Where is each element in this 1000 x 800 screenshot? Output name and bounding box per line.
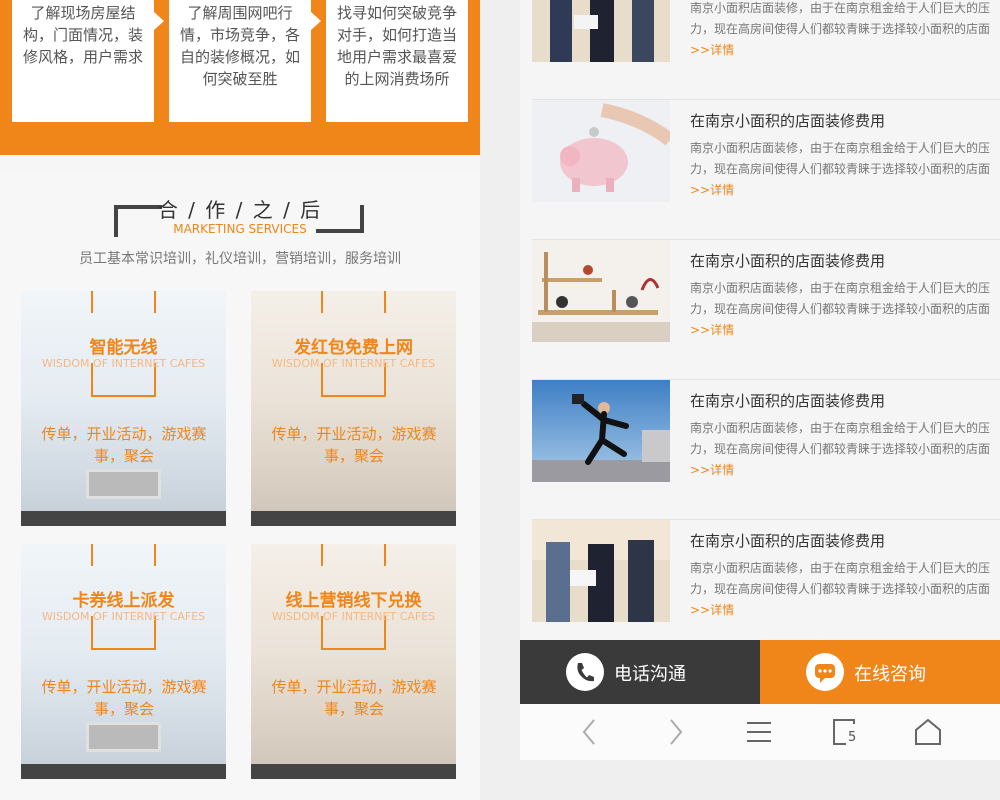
online-label: 在线咨询: [854, 664, 926, 685]
feature-title: 线上营销线下兑换: [285, 591, 422, 611]
tabs-count: 5: [848, 730, 857, 745]
phone-icon: [566, 653, 604, 691]
feature-bottom-bar: [21, 764, 226, 779]
news-item[interactable]: 在南京小面积的店面装修费用 南京小面积店面装修，由于在南京租金给于人们巨大的压力…: [532, 240, 1000, 380]
step-card-1: 了解现场房屋结构，门面情况，装修风格，用户需求: [12, 0, 164, 122]
hamburger-menu-icon[interactable]: [739, 716, 779, 748]
tabs-icon[interactable]: 5: [824, 716, 864, 748]
feature-subtitle: WISDOM OF INTERNET CAFES: [41, 357, 206, 370]
jumping-businessman-image[interactable]: [532, 380, 670, 482]
news-desc: 南京小面积店面装修，由于在南京租金给于人们巨大的压力，现在高房间使得人们都较青睐…: [690, 421, 991, 477]
section-description: 员工基本常识培训，礼仪培训，营销培训，服务培训: [79, 251, 401, 267]
news-desc: 南京小面积店面装修，由于在南京租金给于人们巨大的压力，现在高房间使得人们都较青睐…: [690, 281, 991, 337]
feature-desc: 传单，开业活动，游戏赛事，聚会: [271, 678, 437, 718]
news-desc: 南京小面积店面装修，由于在南京租金给于人们巨大的压力，现在高房间使得人们都较青睐…: [690, 1, 991, 57]
news-item[interactable]: 在南京小面积的店面装修费用 南京小面积店面装修，由于在南京租金给于人们巨大的压力…: [532, 380, 1000, 520]
more-link[interactable]: >>详情: [690, 603, 734, 617]
shelf-decor-image[interactable]: [532, 240, 670, 342]
chat-bubble-icon: [806, 653, 844, 691]
feature-bottom-bar: [21, 511, 226, 526]
section-title: 合 / 作 / 之 / 后: [157, 198, 323, 222]
feature-subtitle: WISDOM OF INTERNET CAFES: [271, 610, 436, 623]
step-arrow: [311, 12, 321, 30]
feature-subtitle: WISDOM OF INTERNET CAFES: [41, 610, 206, 623]
business-people-image[interactable]: [532, 0, 670, 62]
business-people-image[interactable]: [532, 520, 670, 622]
news-desc: 南京小面积店面装修，由于在南京租金给于人们巨大的压力，现在高房间使得人们都较青睐…: [690, 561, 991, 617]
feature-desc: 传单，开业活动，游戏赛事，聚会: [271, 425, 437, 465]
feature-title: 智能无线: [89, 338, 158, 358]
feature-title: 卡券线上派发: [72, 591, 175, 611]
news-title[interactable]: 在南京小面积的店面装修费用: [690, 390, 885, 411]
feature-desc: 传单，开业活动，游戏赛事，聚会: [41, 678, 207, 718]
feature-card-3[interactable]: 卡券线上派发 WISDOM OF INTERNET CAFES 传单，开业活动，…: [21, 544, 226, 779]
step-card-3: 找寻如何突破竞争对手，如何打造当地用户需求最喜爱的上网消费场所: [326, 0, 468, 122]
news-desc: 南京小面积店面装修，由于在南京租金给于人们巨大的压力，现在高房间使得人们都较青睐…: [690, 141, 991, 197]
piggy-bank-image[interactable]: [532, 100, 670, 202]
home-icon[interactable]: [908, 716, 948, 748]
feature-card-2[interactable]: 发红包免费上网 WISDOM OF INTERNET CAFES 传单，开业活动…: [251, 291, 456, 526]
feature-subtitle: WISDOM OF INTERNET CAFES: [271, 357, 436, 370]
news-title[interactable]: 在南京小面积的店面装修费用: [690, 530, 885, 551]
process-steps-band: 了解现场房屋结构，门面情况，装修风格，用户需求 了解周围网吧行情，市场竞争，各自…: [0, 0, 480, 155]
cooperation-section: 合 / 作 / 之 / 后 MARKETING SERVICES 员工基本常识培…: [0, 172, 480, 800]
news-item[interactable]: 南京小面积店面装修，由于在南京租金给于人们巨大的压力，现在高房间使得人们都较青睐…: [532, 0, 1000, 100]
right-panel: 南京小面积店面装修，由于在南京租金给于人们巨大的压力，现在高房间使得人们都较青睐…: [520, 0, 1000, 760]
online-consult-button[interactable]: 在线咨询: [760, 640, 1000, 704]
step-arrow: [154, 12, 164, 30]
feature-bottom-bar: [251, 764, 456, 779]
chevron-left-icon[interactable]: [570, 716, 610, 748]
step-card-2: 了解周围网吧行情，市场竞争，各自的装修概况，如何突破至胜: [169, 0, 321, 122]
news-item[interactable]: 在南京小面积的店面装修费用 南京小面积店面装修，由于在南京租金给于人们巨大的压力…: [532, 520, 1000, 660]
contact-bar: 电话沟通 在线咨询: [520, 640, 1000, 704]
feature-bottom-bar: [251, 511, 456, 526]
step-text: 找寻如何突破竞争对手，如何打造当地用户需求最喜爱的上网消费场所: [336, 4, 457, 88]
step-text: 了解现场房屋结构，门面情况，装修风格，用户需求: [22, 4, 143, 66]
browser-toolbar: 5: [520, 704, 1000, 760]
news-title[interactable]: 在南京小面积的店面装修费用: [690, 110, 885, 131]
more-link[interactable]: >>详情: [690, 43, 734, 57]
feature-desc: 传单，开业活动，游戏赛事，聚会: [41, 425, 207, 465]
news-item[interactable]: 在南京小面积的店面装修费用 南京小面积店面装修，由于在南京租金给于人们巨大的压力…: [532, 100, 1000, 240]
phone-label: 电话沟通: [614, 664, 686, 685]
phone-contact-button[interactable]: 电话沟通: [520, 640, 760, 704]
more-link[interactable]: >>详情: [690, 183, 734, 197]
left-panel: 了解现场房屋结构，门面情况，装修风格，用户需求 了解周围网吧行情，市场竞争，各自…: [0, 0, 480, 800]
feature-title: 发红包免费上网: [294, 338, 413, 358]
more-link[interactable]: >>详情: [690, 323, 734, 337]
more-link[interactable]: >>详情: [690, 463, 734, 477]
chevron-right-icon[interactable]: [655, 716, 695, 748]
feature-card-1[interactable]: 智能无线 WISDOM OF INTERNET CAFES 传单，开业活动，游戏…: [21, 291, 226, 526]
step-text: 了解周围网吧行情，市场竞争，各自的装修概况，如何突破至胜: [179, 4, 300, 88]
feature-card-4[interactable]: 线上营销线下兑换 WISDOM OF INTERNET CAFES 传单，开业活…: [251, 544, 456, 779]
news-title[interactable]: 在南京小面积的店面装修费用: [690, 250, 885, 271]
section-subtitle: MARKETING SERVICES: [173, 222, 307, 236]
